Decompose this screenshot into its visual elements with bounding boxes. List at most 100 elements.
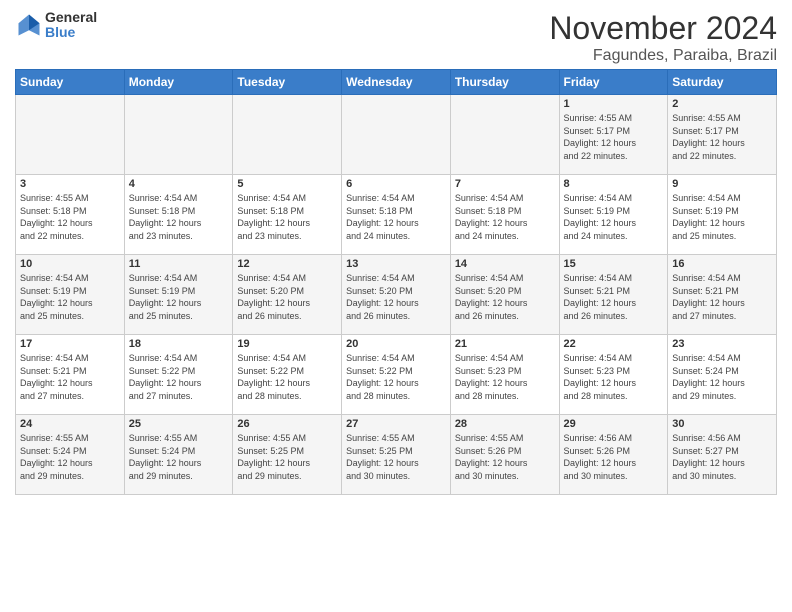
day-info: Sunrise: 4:55 AMSunset: 5:24 PMDaylight:… xyxy=(20,432,120,482)
calendar-cell: 24 Sunrise: 4:55 AMSunset: 5:24 PMDayligh… xyxy=(16,415,125,495)
logo: General Blue xyxy=(15,10,97,41)
calendar-cell xyxy=(16,95,125,175)
day-number: 6 xyxy=(346,178,446,190)
weekday-header-wednesday: Wednesday xyxy=(342,70,451,95)
day-info: Sunrise: 4:55 AMSunset: 5:17 PMDaylight:… xyxy=(672,112,772,162)
calendar-cell: 17 Sunrise: 4:54 AMSunset: 5:21 PMDayligh… xyxy=(16,335,125,415)
logo-text: General Blue xyxy=(45,10,97,41)
day-number: 26 xyxy=(237,418,337,430)
calendar-header: SundayMondayTuesdayWednesdayThursdayFrid… xyxy=(16,70,777,95)
calendar-cell: 5 Sunrise: 4:54 AMSunset: 5:18 PMDaylight… xyxy=(233,175,342,255)
day-info: Sunrise: 4:54 AMSunset: 5:23 PMDaylight:… xyxy=(564,352,664,402)
day-info: Sunrise: 4:54 AMSunset: 5:19 PMDaylight:… xyxy=(129,272,229,322)
day-number: 29 xyxy=(564,418,664,430)
day-info: Sunrise: 4:54 AMSunset: 5:21 PMDaylight:… xyxy=(20,352,120,402)
day-info: Sunrise: 4:54 AMSunset: 5:22 PMDaylight:… xyxy=(129,352,229,402)
day-number: 8 xyxy=(564,178,664,190)
day-info: Sunrise: 4:54 AMSunset: 5:19 PMDaylight:… xyxy=(20,272,120,322)
day-info: Sunrise: 4:54 AMSunset: 5:19 PMDaylight:… xyxy=(672,192,772,242)
calendar-cell: 2Sunrise: 4:55 AMSunset: 5:17 PMDaylight… xyxy=(668,95,777,175)
month-title: November 2024 xyxy=(549,10,777,47)
calendar-cell: 10Sunrise: 4:54 AMSunset: 5:19 PMDayligh… xyxy=(16,255,125,335)
day-info: Sunrise: 4:54 AMSunset: 5:20 PMDaylight:… xyxy=(455,272,555,322)
calendar-cell: 13 Sunrise: 4:54 AMSunset: 5:20 PMDayligh… xyxy=(342,255,451,335)
day-number: 1 xyxy=(564,98,664,110)
day-info: Sunrise: 4:55 AMSunset: 5:26 PMDaylight:… xyxy=(455,432,555,482)
calendar-cell: 21 Sunrise: 4:54 AMSunset: 5:23 PMDayligh… xyxy=(450,335,559,415)
day-number: 3 xyxy=(20,178,120,190)
calendar-cell: 19 Sunrise: 4:54 AMSunset: 5:22 PMDayligh… xyxy=(233,335,342,415)
logo-icon xyxy=(15,11,43,39)
day-number: 15 xyxy=(564,258,664,270)
calendar-week-3: 10Sunrise: 4:54 AMSunset: 5:19 PMDayligh… xyxy=(16,255,777,335)
calendar-cell: 18 Sunrise: 4:54 AMSunset: 5:22 PMDayligh… xyxy=(124,335,233,415)
page-container: General Blue November 2024 Fagundes, Par… xyxy=(0,0,792,505)
calendar-cell: 25Sunrise: 4:55 AMSunset: 5:24 PMDayligh… xyxy=(124,415,233,495)
calendar-cell: 22 Sunrise: 4:54 AMSunset: 5:23 PMDayligh… xyxy=(559,335,668,415)
day-number: 20 xyxy=(346,338,446,350)
calendar-cell: 8Sunrise: 4:54 AMSunset: 5:19 PMDaylight… xyxy=(559,175,668,255)
weekday-header-thursday: Thursday xyxy=(450,70,559,95)
day-info: Sunrise: 4:54 AMSunset: 5:23 PMDaylight:… xyxy=(455,352,555,402)
day-info: Sunrise: 4:55 AMSunset: 5:17 PMDaylight:… xyxy=(564,112,664,162)
calendar-week-1: 1 Sunrise: 4:55 AMSunset: 5:17 PMDaylight… xyxy=(16,95,777,175)
calendar-cell xyxy=(124,95,233,175)
day-info: Sunrise: 4:56 AMSunset: 5:26 PMDaylight:… xyxy=(564,432,664,482)
calendar-cell: 1 Sunrise: 4:55 AMSunset: 5:17 PMDaylight… xyxy=(559,95,668,175)
day-number: 22 xyxy=(564,338,664,350)
calendar-cell: 6 Sunrise: 4:54 AMSunset: 5:18 PMDaylight… xyxy=(342,175,451,255)
calendar-cell: 15Sunrise: 4:54 AMSunset: 5:21 PMDayligh… xyxy=(559,255,668,335)
weekday-header-tuesday: Tuesday xyxy=(233,70,342,95)
day-number: 12 xyxy=(237,258,337,270)
calendar-week-2: 3Sunrise: 4:55 AMSunset: 5:18 PMDaylight… xyxy=(16,175,777,255)
day-number: 23 xyxy=(672,338,772,350)
calendar-cell xyxy=(233,95,342,175)
calendar-cell: 16 Sunrise: 4:54 AMSunset: 5:21 PMDayligh… xyxy=(668,255,777,335)
day-number: 27 xyxy=(346,418,446,430)
weekday-header-saturday: Saturday xyxy=(668,70,777,95)
day-number: 18 xyxy=(129,338,229,350)
day-info: Sunrise: 4:54 AMSunset: 5:18 PMDaylight:… xyxy=(129,192,229,242)
calendar-cell: 3Sunrise: 4:55 AMSunset: 5:18 PMDaylight… xyxy=(16,175,125,255)
weekday-header-sunday: Sunday xyxy=(16,70,125,95)
day-number: 21 xyxy=(455,338,555,350)
day-info: Sunrise: 4:54 AMSunset: 5:22 PMDaylight:… xyxy=(237,352,337,402)
day-info: Sunrise: 4:54 AMSunset: 5:18 PMDaylight:… xyxy=(237,192,337,242)
day-number: 5 xyxy=(237,178,337,190)
day-info: Sunrise: 4:54 AMSunset: 5:21 PMDaylight:… xyxy=(672,272,772,322)
calendar-cell: 7 Sunrise: 4:54 AMSunset: 5:18 PMDaylight… xyxy=(450,175,559,255)
calendar-week-4: 17 Sunrise: 4:54 AMSunset: 5:21 PMDayligh… xyxy=(16,335,777,415)
calendar-body: 1 Sunrise: 4:55 AMSunset: 5:17 PMDaylight… xyxy=(16,95,777,495)
day-number: 13 xyxy=(346,258,446,270)
calendar-cell: 27 Sunrise: 4:55 AMSunset: 5:25 PMDayligh… xyxy=(342,415,451,495)
calendar-cell: 29 Sunrise: 4:56 AMSunset: 5:26 PMDayligh… xyxy=(559,415,668,495)
day-info: Sunrise: 4:54 AMSunset: 5:24 PMDaylight:… xyxy=(672,352,772,402)
day-info: Sunrise: 4:54 AMSunset: 5:18 PMDaylight:… xyxy=(455,192,555,242)
weekday-header-monday: Monday xyxy=(124,70,233,95)
day-number: 14 xyxy=(455,258,555,270)
day-info: Sunrise: 4:54 AMSunset: 5:20 PMDaylight:… xyxy=(237,272,337,322)
day-number: 25 xyxy=(129,418,229,430)
day-number: 19 xyxy=(237,338,337,350)
day-number: 9 xyxy=(672,178,772,190)
day-number: 16 xyxy=(672,258,772,270)
day-number: 24 xyxy=(20,418,120,430)
calendar-table: SundayMondayTuesdayWednesdayThursdayFrid… xyxy=(15,69,777,495)
day-number: 28 xyxy=(455,418,555,430)
logo-general: General xyxy=(45,10,97,25)
day-number: 7 xyxy=(455,178,555,190)
day-number: 4 xyxy=(129,178,229,190)
weekday-header-friday: Friday xyxy=(559,70,668,95)
calendar-cell: 14 Sunrise: 4:54 AMSunset: 5:20 PMDayligh… xyxy=(450,255,559,335)
calendar-cell xyxy=(450,95,559,175)
header: General Blue November 2024 Fagundes, Par… xyxy=(15,10,777,65)
calendar-cell xyxy=(342,95,451,175)
calendar-cell: 12 Sunrise: 4:54 AMSunset: 5:20 PMDayligh… xyxy=(233,255,342,335)
calendar-cell: 26Sunrise: 4:55 AMSunset: 5:25 PMDayligh… xyxy=(233,415,342,495)
day-info: Sunrise: 4:54 AMSunset: 5:20 PMDaylight:… xyxy=(346,272,446,322)
calendar-cell: 4 Sunrise: 4:54 AMSunset: 5:18 PMDaylight… xyxy=(124,175,233,255)
calendar-cell: 9 Sunrise: 4:54 AMSunset: 5:19 PMDaylight… xyxy=(668,175,777,255)
day-info: Sunrise: 4:54 AMSunset: 5:18 PMDaylight:… xyxy=(346,192,446,242)
day-number: 17 xyxy=(20,338,120,350)
day-info: Sunrise: 4:55 AMSunset: 5:25 PMDaylight:… xyxy=(346,432,446,482)
